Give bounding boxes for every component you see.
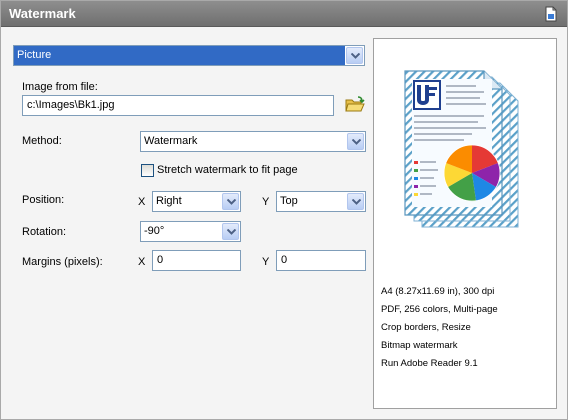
position-y-value: Top bbox=[280, 195, 298, 207]
stretch-checkbox[interactable] bbox=[141, 164, 154, 177]
method-value: Watermark bbox=[144, 135, 198, 147]
preview-panel: A4 (8.27x11.69 in), 300 dpi PDF, 256 col… bbox=[373, 38, 557, 409]
type-select-value: Picture bbox=[14, 46, 345, 65]
document-pie-chart-icon bbox=[400, 69, 532, 231]
position-x-label: X bbox=[138, 196, 146, 208]
position-y-label: Y bbox=[262, 196, 270, 208]
folder-open-icon[interactable] bbox=[345, 96, 365, 114]
title-bar: Watermark bbox=[1, 1, 567, 27]
margins-x-input[interactable]: 0 bbox=[152, 250, 241, 271]
method-select[interactable]: Watermark bbox=[140, 131, 366, 152]
panel-title: Watermark bbox=[9, 6, 76, 21]
document-icon[interactable] bbox=[543, 6, 559, 22]
margins-y-value: 0 bbox=[281, 254, 288, 266]
rotation-label: Rotation: bbox=[22, 226, 67, 238]
preview-info-line: Crop borders, Resize bbox=[381, 322, 471, 333]
margins-label: Margins (pixels): bbox=[22, 256, 103, 268]
chevron-down-icon[interactable] bbox=[222, 223, 239, 240]
chevron-down-icon[interactable] bbox=[347, 193, 364, 210]
image-file-label: Image from file: bbox=[22, 81, 98, 93]
rotation-select[interactable]: -90° bbox=[140, 221, 241, 242]
preview-info-line: Run Adobe Reader 9.1 bbox=[381, 358, 478, 369]
chevron-down-icon[interactable] bbox=[222, 193, 239, 210]
margins-y-label: Y bbox=[262, 256, 270, 268]
margins-y-input[interactable]: 0 bbox=[276, 250, 366, 271]
margins-x-label: X bbox=[138, 256, 146, 268]
preview-info-line: PDF, 256 colors, Multi-page bbox=[381, 304, 498, 315]
position-x-value: Right bbox=[156, 195, 182, 207]
image-file-value: c:\Images\Bk1.jpg bbox=[27, 99, 115, 111]
watermark-panel: Watermark Picture Image from file: c:\Im… bbox=[0, 0, 568, 420]
position-label: Position: bbox=[22, 194, 65, 206]
position-y-select[interactable]: Top bbox=[276, 191, 366, 212]
type-select[interactable]: Picture bbox=[13, 45, 365, 66]
margins-x-value: 0 bbox=[157, 254, 164, 266]
preview-info-line: Bitmap watermark bbox=[381, 340, 458, 351]
method-label: Method: bbox=[22, 135, 62, 147]
rotation-value: -90° bbox=[144, 225, 165, 237]
chevron-down-icon[interactable] bbox=[347, 133, 364, 150]
image-file-input[interactable]: c:\Images\Bk1.jpg bbox=[22, 95, 334, 116]
chevron-down-icon[interactable] bbox=[346, 47, 363, 64]
position-x-select[interactable]: Right bbox=[152, 191, 241, 212]
stretch-label[interactable]: Stretch watermark to fit page bbox=[157, 164, 298, 176]
preview-info-line: A4 (8.27x11.69 in), 300 dpi bbox=[381, 286, 495, 297]
